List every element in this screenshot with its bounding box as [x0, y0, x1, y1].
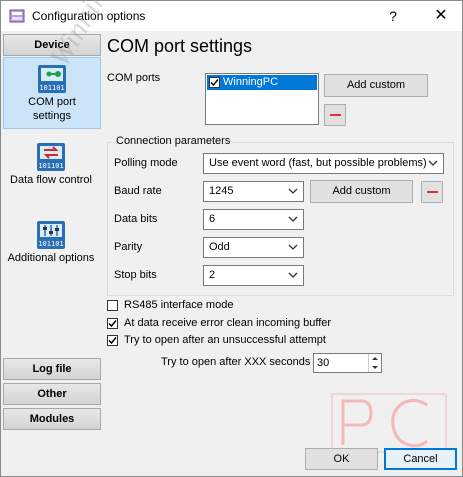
chevron-down-icon	[428, 160, 438, 166]
com-ports-list[interactable]: WinningPC	[205, 73, 319, 125]
sidebar-item-com-port-settings[interactable]: 101101 COM port settings	[3, 57, 101, 129]
try-open-seconds-spinner[interactable]: 30	[313, 353, 382, 373]
additional-options-icon: 101101	[37, 221, 65, 249]
clean-buffer-label: At data receive error clean incoming buf…	[124, 317, 332, 329]
svg-text:101101: 101101	[38, 240, 63, 248]
try-open-seconds-label: Try to open after XXX seconds	[161, 356, 311, 368]
ok-button[interactable]: OK	[305, 448, 378, 470]
svg-text:101101: 101101	[38, 162, 63, 170]
com-ports-label: COM ports	[107, 72, 161, 84]
try-open-label: Try to open after an unsuccessful attemp…	[124, 334, 326, 346]
com-port-name: WinningPC	[223, 76, 279, 88]
parity-select[interactable]: Odd	[203, 237, 304, 258]
modules-category-button[interactable]: Modules	[3, 408, 101, 430]
parity-value: Odd	[209, 241, 230, 253]
chevron-down-icon	[288, 272, 298, 278]
data-bits-select[interactable]: 6	[203, 209, 304, 230]
polling-mode-value: Use event word (fast, but possible probl…	[209, 157, 427, 169]
configuration-window: Configuration options ? ✕ Device 101101 …	[0, 0, 463, 477]
polling-mode-label: Polling mode	[114, 157, 178, 169]
sidebar-item-data-flow-control[interactable]: 101101 Data flow control	[3, 141, 99, 197]
svg-text:101101: 101101	[39, 84, 64, 92]
chevron-down-icon	[288, 188, 298, 194]
stop-bits-label: Stop bits	[114, 269, 157, 281]
list-item[interactable]: WinningPC	[207, 75, 317, 90]
try-open-checkbox[interactable]	[107, 335, 118, 346]
stop-bits-value: 2	[209, 269, 216, 281]
data-flow-icon: 101101	[37, 143, 65, 171]
polling-mode-select[interactable]: Use event word (fast, but possible probl…	[203, 153, 444, 174]
remove-port-button[interactable]	[324, 104, 346, 126]
watermark-logo	[331, 393, 447, 453]
add-custom-port-button[interactable]: Add custom	[324, 74, 428, 97]
minus-icon	[427, 191, 438, 193]
page-title: COM port settings	[107, 36, 253, 56]
spinner-buttons	[368, 354, 381, 372]
spin-up-icon[interactable]	[369, 354, 381, 363]
data-bits-label: Data bits	[114, 213, 158, 225]
baud-rate-label: Baud rate	[114, 185, 162, 197]
sidebar-item-label: Additional options	[7, 252, 95, 264]
check-icon	[108, 337, 117, 345]
remove-baud-button[interactable]	[421, 181, 443, 203]
sidebar-item-label: COM port settings	[28, 96, 76, 122]
baud-add-custom-button[interactable]: Add custom	[310, 180, 413, 203]
sidebar-item-label: Data flow control	[10, 174, 92, 186]
help-button[interactable]: ?	[381, 6, 405, 26]
chevron-down-icon	[288, 244, 298, 250]
spin-down-icon[interactable]	[369, 363, 381, 372]
log-file-category-button[interactable]: Log file	[3, 358, 101, 380]
try-open-seconds-value: 30	[317, 357, 330, 369]
baud-rate-value: 1245	[209, 185, 234, 197]
check-icon	[108, 320, 117, 328]
parity-label: Parity	[114, 241, 143, 253]
sidebar-item-additional-options[interactable]: 101101 Additional options	[3, 219, 99, 279]
rs485-checkbox[interactable]	[107, 300, 118, 311]
other-category-button[interactable]: Other	[3, 383, 101, 405]
rs485-label: RS485 interface mode	[124, 299, 234, 311]
category-panel: Device 101101 COM port settings 101101 D…	[1, 31, 102, 476]
baud-rate-select[interactable]: 1245	[203, 181, 304, 202]
stop-bits-select[interactable]: 2	[203, 265, 304, 286]
check-icon	[210, 79, 219, 87]
app-icon	[9, 9, 25, 23]
data-bits-value: 6	[209, 213, 216, 225]
com-port-checkbox[interactable]	[209, 77, 220, 88]
minus-icon	[330, 114, 341, 116]
close-button[interactable]: ✕	[429, 6, 453, 26]
clean-buffer-checkbox[interactable]	[107, 318, 118, 329]
chevron-down-icon	[288, 216, 298, 222]
connection-parameters-title: Connection parameters	[114, 135, 233, 147]
cancel-button[interactable]: Cancel	[384, 448, 457, 470]
